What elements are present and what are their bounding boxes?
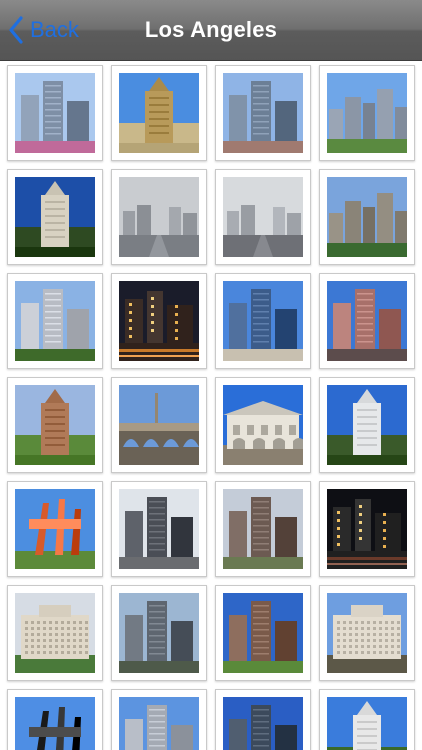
photo-thumbnail[interactable] [319,273,415,369]
photo-thumbnail[interactable] [111,689,207,750]
photo-image [15,697,95,750]
photo-image [327,73,407,153]
photo-image [223,73,303,153]
photo-thumbnail[interactable] [215,273,311,369]
photo-thumbnail[interactable] [111,65,207,161]
photo-image [223,177,303,257]
photo-thumbnail[interactable] [215,481,311,577]
photo-image [327,593,407,673]
photo-image [15,73,95,153]
photo-thumbnail[interactable] [7,377,103,473]
photo-image [119,697,199,750]
photo-image [223,281,303,361]
photo-thumbnail[interactable] [111,377,207,473]
navigation-bar: Back Los Angeles [0,0,422,61]
photo-image [15,385,95,465]
photo-thumbnail[interactable] [319,65,415,161]
photo-image [119,593,199,673]
photo-image [327,281,407,361]
photo-thumbnail[interactable] [7,273,103,369]
photo-image [15,281,95,361]
photo-thumbnail[interactable] [7,689,103,750]
photo-thumbnail[interactable] [319,585,415,681]
photo-thumbnail[interactable] [7,65,103,161]
photo-image [223,697,303,750]
photo-image [119,385,199,465]
photo-image [327,489,407,569]
photo-image [15,177,95,257]
photo-image [119,281,199,361]
photo-thumbnail[interactable] [215,689,311,750]
photo-image [223,385,303,465]
photo-thumbnail[interactable] [319,377,415,473]
photo-thumbnail[interactable] [319,481,415,577]
photo-thumbnail[interactable] [111,481,207,577]
photo-thumbnail[interactable] [111,169,207,265]
photo-thumbnail[interactable] [7,169,103,265]
photo-thumbnail[interactable] [319,169,415,265]
photo-image [15,593,95,673]
photo-thumbnail[interactable] [215,169,311,265]
photo-image [327,697,407,750]
photo-image [119,73,199,153]
photo-thumbnail[interactable] [7,585,103,681]
photo-thumbnail[interactable] [215,377,311,473]
photo-thumbnail[interactable] [111,273,207,369]
photo-thumbnail[interactable] [7,481,103,577]
photo-image [119,489,199,569]
photo-image [327,385,407,465]
photo-thumbnail[interactable] [215,585,311,681]
photo-image [15,489,95,569]
photo-image [327,177,407,257]
photo-image [223,593,303,673]
page-title: Los Angeles [144,17,278,42]
photo-thumbnail[interactable] [111,585,207,681]
photo-thumbnail[interactable] [319,689,415,750]
photo-image [223,489,303,569]
photo-thumbnail[interactable] [215,65,311,161]
photo-grid [0,60,422,750]
photo-image [119,177,199,257]
